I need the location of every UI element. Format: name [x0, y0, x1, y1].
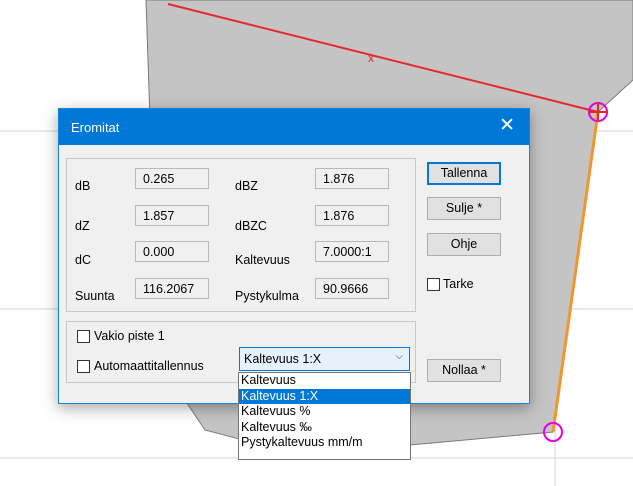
field-dZ[interactable]: 1.857: [135, 205, 209, 226]
dialog-title: Eromitat: [71, 120, 120, 135]
close-icon[interactable]: ✕: [499, 116, 515, 136]
field-pystykulma[interactable]: 90.9666: [315, 278, 389, 299]
field-dC[interactable]: 0.000: [135, 241, 209, 262]
automaattitallennus-label: Automaattitallennus: [94, 359, 204, 373]
field-kaltevuus[interactable]: 7.0000:1: [315, 241, 389, 262]
kaltevuus-dropdown-list: Kaltevuus Kaltevuus 1:X Kaltevuus % Kalt…: [238, 372, 411, 460]
label-dZ: dZ: [75, 219, 90, 233]
tarke-label: Tarke: [443, 277, 474, 291]
dropdown-option-selected[interactable]: Kaltevuus 1:X: [239, 388, 410, 405]
dropdown-option[interactable]: Kaltevuus ‰: [239, 420, 410, 436]
tallenna-button[interactable]: Tallenna: [427, 162, 501, 185]
kaltevuus-combo[interactable]: Kaltevuus 1:X ⌵: [239, 347, 410, 371]
field-dB[interactable]: 0.265: [135, 168, 209, 189]
red-line-marker: x: [368, 51, 374, 65]
point-marker-top[interactable]: [588, 102, 608, 122]
nollaa-button[interactable]: Nollaa *: [427, 359, 501, 382]
label-kaltevuus: Kaltevuus: [235, 253, 290, 267]
label-dBZC: dBZC: [235, 219, 267, 233]
automaattitallennus-checkbox[interactable]: [77, 360, 90, 373]
label-pystykulma: Pystykulma: [235, 289, 299, 303]
ohje-button[interactable]: Ohje: [427, 233, 501, 256]
chevron-down-icon[interactable]: ⌵: [395, 351, 403, 362]
tarke-checkbox[interactable]: [427, 278, 440, 291]
label-suunta: Suunta: [75, 289, 115, 303]
dropdown-option[interactable]: Kaltevuus %: [239, 404, 410, 420]
dropdown-option[interactable]: Pystykaltevuus mm/m: [239, 435, 410, 451]
field-suunta[interactable]: 116.2067: [135, 278, 209, 299]
combo-selected-value: Kaltevuus 1:X: [244, 352, 322, 366]
vakio-piste-checkbox[interactable]: [77, 330, 90, 343]
sulje-button[interactable]: Sulje *: [427, 197, 501, 220]
label-dB: dB: [75, 179, 91, 193]
dialog-titlebar[interactable]: Eromitat ✕: [59, 109, 529, 145]
label-dBZ: dBZ: [235, 179, 258, 193]
eromitat-dialog: Eromitat ✕ dB 0.265 dZ 1.857 dC 0.000 Su…: [58, 108, 530, 404]
field-dBZ[interactable]: 1.876: [315, 168, 389, 189]
field-dBZC[interactable]: 1.876: [315, 205, 389, 226]
label-dC: dC: [75, 253, 91, 267]
dropdown-option[interactable]: Kaltevuus: [239, 373, 410, 389]
vakio-piste-label: Vakio piste 1: [94, 329, 165, 343]
